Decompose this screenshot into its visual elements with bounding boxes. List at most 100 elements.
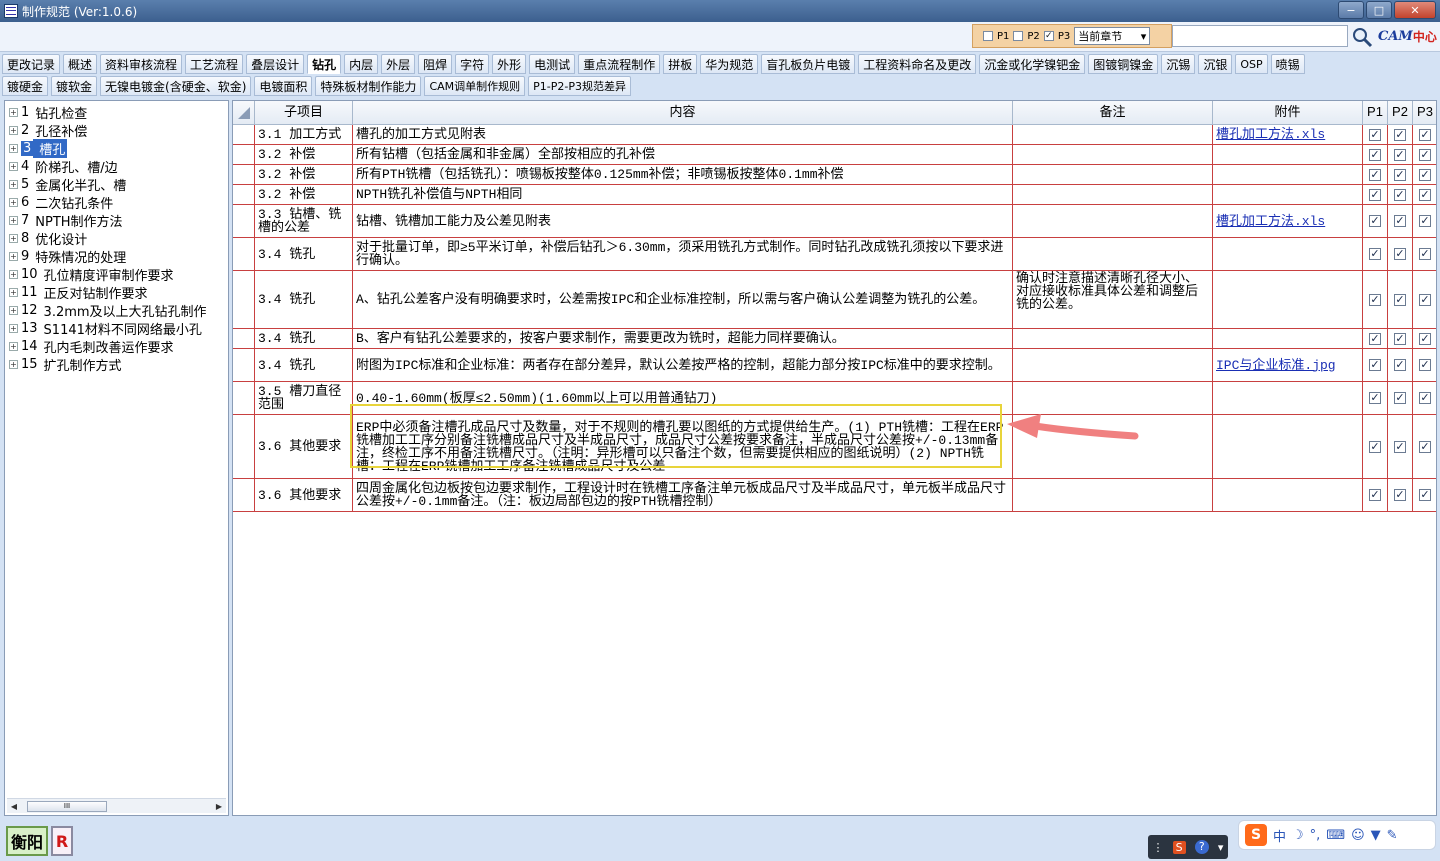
cell-attach[interactable]: IPC与企业标准.jpg <box>1213 349 1363 382</box>
tray-s-icon[interactable]: S <box>1172 840 1186 854</box>
cell-note[interactable] <box>1013 125 1213 145</box>
p2-checkbox[interactable]: ✓ <box>1394 248 1406 260</box>
row-selector[interactable] <box>233 329 255 349</box>
tab-tabs_row1-20[interactable]: 沉银 <box>1198 54 1233 74</box>
cell-p3[interactable]: ✓ <box>1413 479 1436 512</box>
p2-checkbox[interactable]: ✓ <box>1394 293 1406 306</box>
expand-icon[interactable]: + <box>9 233 18 243</box>
tab-tabs_row1-5[interactable]: 钻孔 <box>307 54 342 74</box>
cell-note[interactable] <box>1013 185 1213 205</box>
table-row[interactable]: 3.6 其他要求 四周金属化包边板按包边要求制作，工程设计时在铣槽工序备注单元板成… <box>233 479 1436 512</box>
tree-item-10[interactable]: +10 孔位精度评审制作要求 <box>9 265 174 284</box>
expand-icon[interactable]: + <box>9 323 18 333</box>
p2-checkbox[interactable] <box>1013 31 1024 41</box>
cell-note[interactable] <box>1013 205 1213 238</box>
cell-p3[interactable]: ✓ <box>1413 415 1436 479</box>
table-row[interactable]: 3.4 铣孔 A、钻孔公差客户没有明确要求时，公差需按IPC和企业标准控制，所以需… <box>233 271 1436 329</box>
p2-checkbox[interactable]: ✓ <box>1394 168 1406 181</box>
punctuation-icon[interactable]: °, <box>1310 828 1321 843</box>
header-row-selector[interactable] <box>233 101 255 125</box>
p1-checkbox[interactable]: ✓ <box>1369 293 1381 306</box>
p3-checkbox[interactable]: ✓ <box>1419 148 1431 161</box>
cell-content[interactable]: 附图为IPC标准和企业标准：两者存在部分差异，默认公差按严格的控制，超能力部分按… <box>353 349 1013 382</box>
cell-p3[interactable]: ✓ <box>1413 125 1436 145</box>
chapter-select[interactable]: 当前章节 ▾ <box>1074 27 1151 45</box>
row-selector[interactable] <box>233 125 255 145</box>
tab-tabs_row1-19[interactable]: 沉锡 <box>1161 54 1196 74</box>
tree-item-9[interactable]: +9 特殊情况的处理 <box>9 247 126 266</box>
cell-p1[interactable]: ✓ <box>1363 165 1388 185</box>
cell-note[interactable] <box>1013 329 1213 349</box>
tab-tabs_row1-12[interactable]: 重点流程制作 <box>578 54 661 74</box>
cell-sub[interactable]: 3.4 铣孔 <box>255 271 353 329</box>
cell-p2[interactable]: ✓ <box>1388 382 1413 415</box>
search-button[interactable] <box>1350 25 1374 49</box>
tab-tabs_row1-21[interactable]: OSP <box>1235 54 1268 74</box>
tab-tabs_row2-4[interactable]: 特殊板材制作能力 <box>315 76 422 96</box>
header-sub[interactable]: 子项目 <box>255 101 353 125</box>
cell-p3[interactable]: ✓ <box>1413 238 1436 271</box>
tab-tabs_row1-1[interactable]: 概述 <box>63 54 98 74</box>
row-selector[interactable] <box>233 271 255 329</box>
expand-icon[interactable]: + <box>9 341 18 351</box>
cell-p1[interactable]: ✓ <box>1363 238 1388 271</box>
p2-checkbox[interactable]: ✓ <box>1394 148 1406 161</box>
cell-note[interactable] <box>1013 382 1213 415</box>
tools-icon[interactable]: ✎ <box>1387 828 1398 843</box>
table-row[interactable]: 3.2 补偿 所有PTH铣槽（包括铣孔）：喷锡板按整体0.125mm补偿；非喷锡板… <box>233 165 1436 185</box>
p1-checkbox[interactable]: ✓ <box>1369 148 1381 161</box>
cell-content[interactable]: 钻槽、铣槽加工能力及公差见附表 <box>353 205 1013 238</box>
cell-sub[interactable]: 3.4 铣孔 <box>255 349 353 382</box>
tree-item-11[interactable]: +11 正反对钻制作要求 <box>9 283 148 302</box>
tab-tabs_row1-0[interactable]: 更改记录 <box>2 54 61 74</box>
tree-item-5[interactable]: +5 金属化半孔、槽 <box>9 175 126 194</box>
cell-p3[interactable]: ✓ <box>1413 205 1436 238</box>
table-row[interactable]: 3.2 补偿 所有钻槽（包括金属和非金属）全部按相应的孔补偿 ✓ ✓ ✓ <box>233 145 1436 165</box>
expand-icon[interactable]: + <box>9 161 18 171</box>
header-note[interactable]: 备注 <box>1013 101 1213 125</box>
expand-icon[interactable]: + <box>9 269 18 279</box>
cell-attach[interactable] <box>1213 479 1363 512</box>
moon-icon[interactable]: ☽ <box>1292 828 1304 843</box>
p1-checkbox[interactable]: ✓ <box>1369 332 1381 345</box>
minimize-button[interactable]: − <box>1338 1 1364 19</box>
p2-checkbox[interactable]: ✓ <box>1394 392 1406 404</box>
cell-content[interactable]: 所有钻槽（包括金属和非金属）全部按相应的孔补偿 <box>353 145 1013 165</box>
cell-note[interactable] <box>1013 479 1213 512</box>
tree-horizontal-scrollbar[interactable]: ◀ III ▶ <box>7 798 226 813</box>
cell-attach[interactable] <box>1213 415 1363 479</box>
cell-p1[interactable]: ✓ <box>1363 415 1388 479</box>
p3-checkbox[interactable]: ✓ <box>1419 168 1431 181</box>
cell-sub[interactable]: 3.2 补偿 <box>255 145 353 165</box>
p2-checkbox[interactable]: ✓ <box>1394 332 1406 345</box>
tab-tabs_row2-0[interactable]: 镀硬金 <box>2 76 49 96</box>
table-row[interactable]: 3.2 补偿 NPTH铣孔补偿值与NPTH相同 ✓ ✓ ✓ <box>233 185 1436 205</box>
expand-icon[interactable]: + <box>9 107 18 117</box>
cell-note[interactable] <box>1013 349 1213 382</box>
cell-p1[interactable]: ✓ <box>1363 205 1388 238</box>
header-attach[interactable]: 附件 <box>1213 101 1363 125</box>
p1-checkbox[interactable]: ✓ <box>1369 359 1381 371</box>
header-p2[interactable]: P2 <box>1388 101 1413 125</box>
cell-attach[interactable] <box>1213 271 1363 329</box>
cell-attach[interactable] <box>1213 238 1363 271</box>
p1-checkbox[interactable]: ✓ <box>1369 128 1381 141</box>
expand-icon[interactable]: + <box>9 215 18 225</box>
cell-p1[interactable]: ✓ <box>1363 349 1388 382</box>
cell-sub[interactable]: 3.1 加工方式 <box>255 125 353 145</box>
cell-content[interactable]: 对于批量订单，即≥5平米订单，补偿后钻孔＞6.30mm，须采用铣孔方式制作。同时… <box>353 238 1013 271</box>
tree-item-15[interactable]: +15 扩孔制作方式 <box>9 355 122 374</box>
cell-sub[interactable]: 3.2 补偿 <box>255 185 353 205</box>
cell-content[interactable]: A、钻孔公差客户没有明确要求时，公差需按IPC和企业标准控制，所以需与客户确认公… <box>353 271 1013 329</box>
cell-sub[interactable]: 3.4 铣孔 <box>255 238 353 271</box>
cell-attach[interactable] <box>1213 145 1363 165</box>
p1-checkbox[interactable]: ✓ <box>1369 440 1381 453</box>
p2-checkbox[interactable]: ✓ <box>1394 440 1406 453</box>
p2-checkbox[interactable]: ✓ <box>1394 215 1406 227</box>
cell-p1[interactable]: ✓ <box>1363 479 1388 512</box>
expand-icon[interactable]: + <box>9 179 18 189</box>
scroll-thumb[interactable]: III <box>27 800 107 812</box>
table-row[interactable]: 3.3 钻槽、铣槽的公差 钻槽、铣槽加工能力及公差见附表 槽孔加工方法.xls ✓ ✓ ✓ <box>233 205 1436 238</box>
cell-p3[interactable]: ✓ <box>1413 271 1436 329</box>
ime-language[interactable]: 中 <box>1273 826 1286 845</box>
